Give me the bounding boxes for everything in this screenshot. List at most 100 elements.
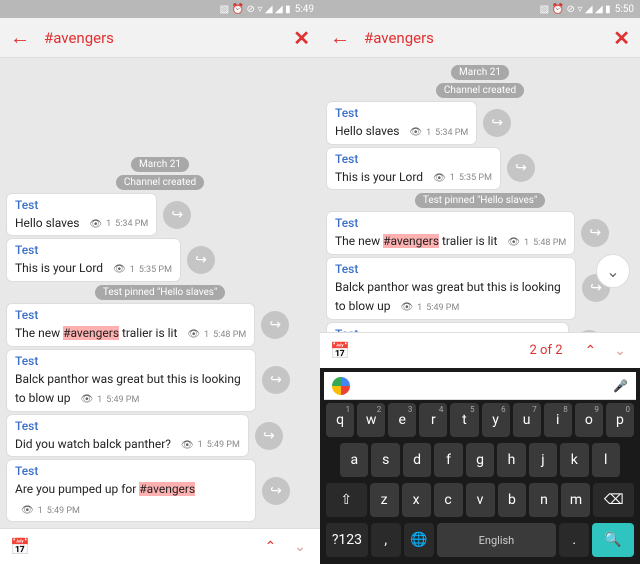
forward-icon[interactable]: ↪ (163, 201, 191, 229)
forward-icon[interactable]: ↪ (575, 330, 603, 332)
key-w[interactable]: w2 (357, 403, 385, 437)
message-row[interactable]: Test Are you pumped up for #avengers 15:… (6, 459, 314, 522)
shift-key[interactable]: ⇧ (326, 483, 367, 517)
forward-icon[interactable]: ↪ (507, 154, 535, 182)
message-row[interactable]: Test Balck panthor was great but this is… (6, 349, 314, 412)
key-r[interactable]: r4 (419, 403, 447, 437)
message-meta: 15:49 PM (181, 440, 240, 451)
message-meta: 15:48 PM (187, 329, 246, 340)
message-text: Are you pumped up for #avengers (15, 482, 195, 496)
comma-key[interactable]: , (371, 523, 401, 557)
message-row[interactable]: Test Hello slaves 15:34 PM ↪ (6, 193, 314, 237)
google-logo-icon[interactable] (332, 377, 350, 395)
chevron-down-icon[interactable]: ⌄ (614, 343, 626, 359)
message-row[interactable]: Test Hello slaves 15:34 PM ↪ (326, 101, 634, 145)
key-i[interactable]: i8 (544, 403, 572, 437)
space-key[interactable]: English (437, 523, 557, 557)
result-count: 2 of 2 (530, 343, 563, 358)
message-row[interactable]: Test The new #avengers tralier is lit 15… (6, 303, 314, 347)
page-title: #avengers (364, 29, 613, 47)
key-s[interactable]: s (371, 443, 399, 477)
globe-key[interactable]: 🌐 (404, 523, 434, 557)
forward-icon[interactable]: ↪ (262, 366, 290, 394)
symbols-key[interactable]: ?123 (326, 523, 368, 557)
key-a[interactable]: a (340, 443, 368, 477)
calendar-icon[interactable]: 📅 (10, 537, 30, 556)
search-key[interactable]: 🔍 (592, 523, 634, 557)
key-n[interactable]: n (529, 483, 558, 517)
close-icon[interactable]: ✕ (613, 26, 630, 50)
pinned-pill: Test pinned "Hello slaves" (415, 193, 545, 208)
chevron-down-icon[interactable]: ⌄ (294, 539, 306, 555)
key-h[interactable]: h (497, 443, 525, 477)
eye-icon (187, 329, 200, 340)
sender-name: Test (15, 354, 247, 368)
eye-icon (80, 394, 93, 405)
key-d[interactable]: d (403, 443, 431, 477)
header: ← #avengers ✕ (320, 18, 640, 58)
message-meta: 15:34 PM (409, 127, 468, 138)
key-z[interactable]: z (370, 483, 399, 517)
back-arrow-icon[interactable]: ← (10, 25, 30, 50)
close-icon[interactable]: ✕ (293, 26, 310, 50)
message-meta: 15:49 PM (21, 505, 80, 516)
eye-icon (433, 173, 446, 184)
message-meta: 15:49 PM (80, 394, 139, 405)
key-t[interactable]: t5 (450, 403, 478, 437)
chevron-up-icon[interactable]: ⌃ (265, 539, 277, 555)
key-j[interactable]: j (529, 443, 557, 477)
sender-name: Test (15, 198, 148, 212)
status-icons: ▧ ⏰ ⊘ ▿ ◢ ◢ ▮ (220, 4, 291, 15)
sender-name: Test (15, 243, 172, 257)
sender-name: Test (335, 262, 567, 276)
key-y[interactable]: y6 (482, 403, 510, 437)
message-row[interactable]: Test This is your Lord 15:35 PM ↪ (6, 238, 314, 282)
message-text: Did you watch balck panther? (15, 437, 171, 451)
key-p[interactable]: p0 (606, 403, 634, 437)
key-q[interactable]: q1 (326, 403, 354, 437)
message-row[interactable]: Test Balck panthor was great but this is… (326, 257, 634, 320)
message-row[interactable]: Test The new #avengers tralier is lit 15… (326, 211, 634, 255)
key-m[interactable]: m (561, 483, 590, 517)
scroll-down-fab[interactable]: ⌄ (596, 254, 630, 288)
message-meta: 15:48 PM (507, 237, 566, 248)
key-o[interactable]: o9 (575, 403, 603, 437)
message-meta: 15:49 PM (400, 302, 459, 313)
forward-icon[interactable]: ↪ (483, 109, 511, 137)
mic-icon[interactable]: 🎤 (613, 379, 628, 393)
key-k[interactable]: k (560, 443, 588, 477)
period-key[interactable]: . (559, 523, 589, 557)
sender-name: Test (335, 216, 566, 230)
key-c[interactable]: c (434, 483, 463, 517)
hashtag-highlight: #avengers (383, 234, 439, 248)
keyboard: 🎤 q1w2e3r4t5y6u7i8o9p0 asdfghjkl ⇧zxcvbn… (320, 368, 640, 564)
date-pill: March 21 (131, 157, 189, 172)
message-row[interactable]: Test This is your Lord 15:35 PM ↪ (326, 147, 634, 191)
chevron-up-icon[interactable]: ⌃ (585, 343, 597, 359)
key-v[interactable]: v (466, 483, 495, 517)
forward-icon[interactable]: ↪ (581, 219, 609, 247)
sender-name: Test (15, 464, 247, 478)
backspace-key[interactable]: ⌫ (593, 483, 634, 517)
key-e[interactable]: e3 (388, 403, 416, 437)
forward-icon[interactable]: ↪ (187, 246, 215, 274)
key-g[interactable]: g (466, 443, 494, 477)
key-f[interactable]: f (434, 443, 462, 477)
forward-icon[interactable]: ↪ (262, 477, 290, 505)
key-x[interactable]: x (402, 483, 431, 517)
phone-right: ▧ ⏰ ⊘ ▿ ◢ ◢ ▮ 5:50 ← #avengers ✕ ⌄ March… (320, 0, 640, 564)
eye-icon (89, 219, 102, 230)
back-arrow-icon[interactable]: ← (330, 25, 350, 50)
forward-icon[interactable]: ↪ (255, 422, 283, 450)
message-meta: 15:34 PM (89, 219, 148, 230)
eye-icon (409, 127, 422, 138)
forward-icon[interactable]: ↪ (261, 311, 289, 339)
created-pill: Channel created (436, 83, 524, 98)
message-row[interactable]: Test Did you watch balck panther? 15:49 … (326, 322, 634, 332)
key-l[interactable]: l (592, 443, 620, 477)
key-b[interactable]: b (498, 483, 527, 517)
calendar-icon[interactable]: 📅 (330, 341, 350, 360)
message-row[interactable]: Test Did you watch balck panther? 15:49 … (6, 414, 314, 458)
key-u[interactable]: u7 (513, 403, 541, 437)
eye-icon (400, 302, 413, 313)
